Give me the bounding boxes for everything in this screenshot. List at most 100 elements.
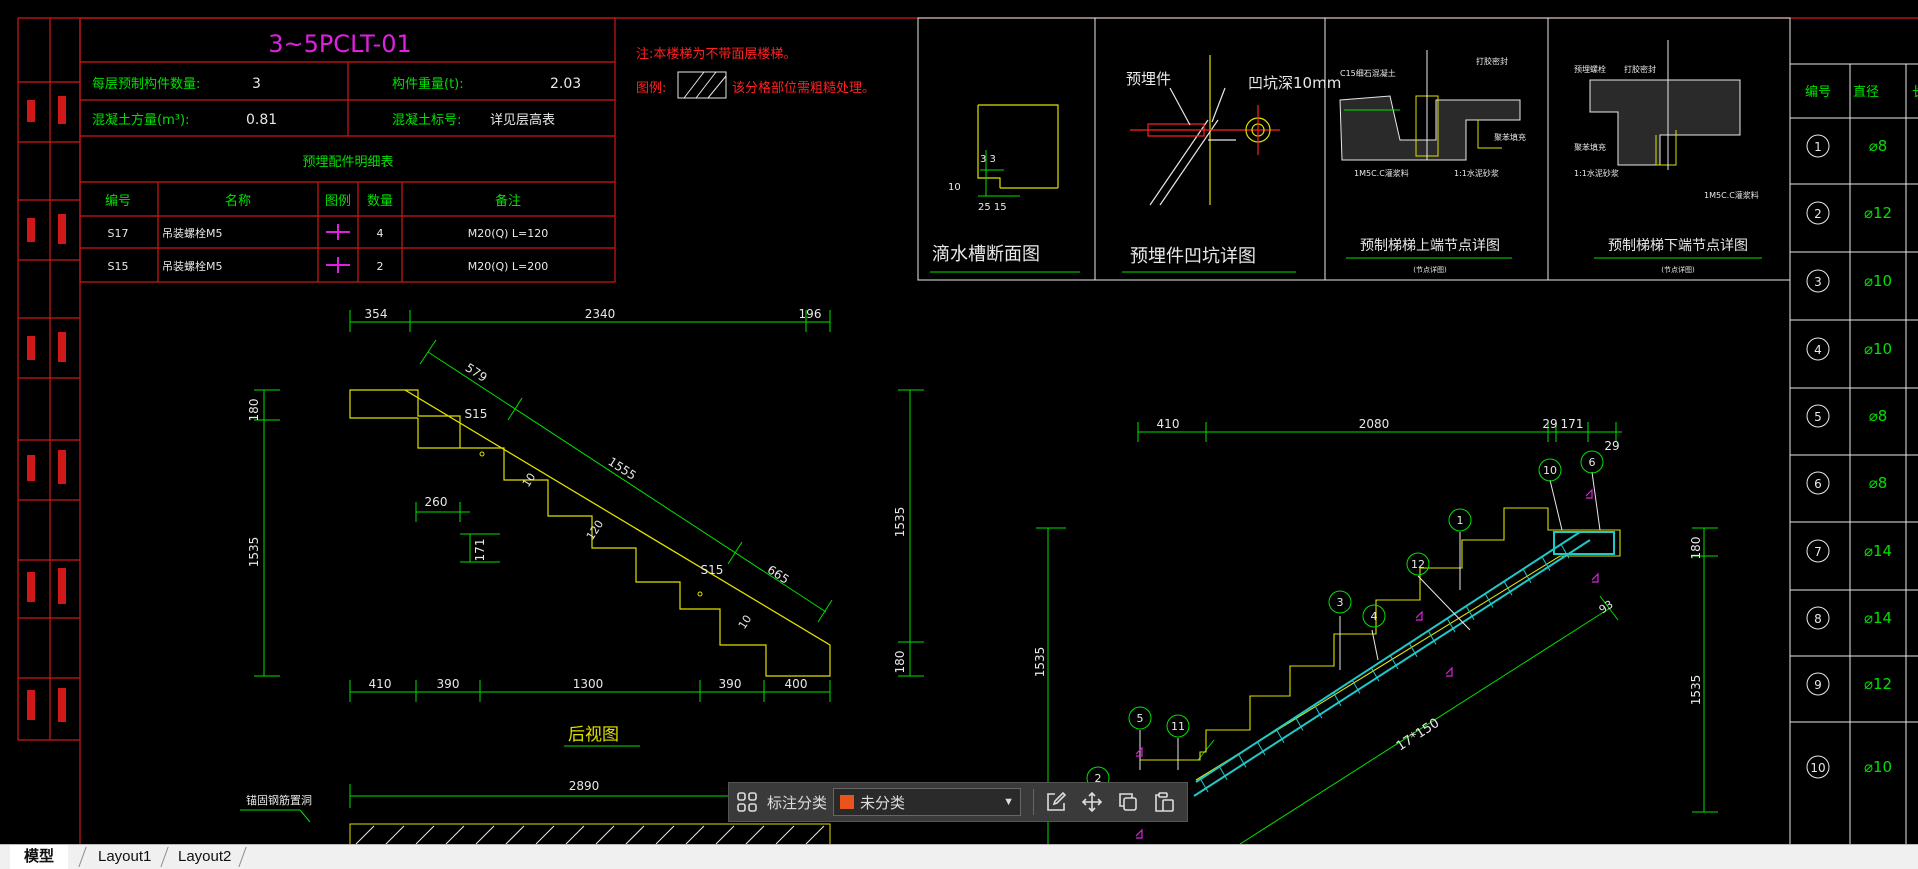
hatch-line: [565, 825, 585, 845]
tab-layout1[interactable]: Layout1: [84, 845, 165, 869]
dimension-text: 1300: [573, 677, 604, 691]
tab-model[interactable]: 模型: [10, 845, 69, 869]
detail-dim: 10: [948, 182, 961, 193]
legend-text: 该分格部位需粗糙处理。: [732, 80, 875, 96]
edit-icon[interactable]: [1042, 788, 1070, 816]
hatch-line: [715, 825, 735, 845]
hatch-legend-icon: [677, 71, 727, 99]
cad-drawing-canvas[interactable]: 3~5PCLT-01 每层预制构件数量: 3 构件重量(t): 2.03 混凝土…: [0, 0, 1918, 847]
dimension-text: 1535: [893, 507, 907, 538]
hatch-line: [385, 825, 405, 845]
rebar-header-len: 长度: [1912, 84, 1918, 100]
table-row: S17 吊装螺栓M5 4 M20(Q) L=120: [108, 224, 549, 240]
rebar-header-no: 编号: [1805, 85, 1831, 100]
row-id: S17: [108, 227, 129, 240]
dimension-text: 180: [1689, 537, 1703, 560]
embed-point: [697, 591, 703, 597]
pit-annotation-embed: 预埋件: [1126, 70, 1171, 88]
dimension-text: 17*150: [1394, 716, 1442, 755]
weight-value: 2.03: [550, 76, 581, 92]
hatch-line: [535, 825, 555, 845]
row-name: 吊装螺栓M5: [162, 226, 223, 240]
hatch-line: [625, 825, 645, 845]
chevron-down-icon: ▼: [1003, 796, 1015, 808]
embed-point: [479, 451, 485, 457]
row-id: S15: [108, 260, 129, 273]
embedded-table-title: 预埋配件明细表: [302, 155, 393, 170]
dimension-text: 390: [719, 677, 742, 691]
detail-subtitle: (节点详图): [1413, 265, 1447, 274]
upper-node-detail: [1339, 50, 1521, 161]
hatch-line: [475, 825, 495, 845]
row-note: M20(Q) L=120: [468, 227, 549, 240]
pit-annotation-depth: 凹坑深10mm: [1248, 74, 1341, 92]
hatch-line: [655, 825, 675, 845]
rebar-number: 10: [1810, 761, 1825, 775]
detail-note: C15细石混凝土: [1340, 68, 1396, 78]
hatch-line: [775, 825, 795, 845]
grid-apps-icon[interactable]: [733, 788, 761, 816]
rebar-diameter: ⌀8: [1869, 137, 1888, 155]
rebar-diameter: ⌀8: [1869, 474, 1888, 492]
embed-legend-icon: [326, 224, 350, 240]
hatch-line: [415, 825, 435, 845]
concrete-grade-value: 详见层高表: [490, 112, 555, 128]
paste-icon[interactable]: [1150, 788, 1178, 816]
col-header-note: 备注: [495, 193, 521, 209]
dimension-text: 260: [425, 495, 448, 509]
detail-title: 预埋件凹坑详图: [1130, 246, 1256, 267]
rebar-number: 2: [1814, 207, 1822, 221]
dimension-text: 390: [437, 677, 460, 691]
rebar-diameter: ⌀12: [1864, 675, 1892, 693]
detail-title: 预制梯梯下端节点详图: [1608, 238, 1748, 254]
tab-layout2[interactable]: Layout2: [164, 845, 245, 869]
toolbar-label: 标注分类: [767, 794, 828, 812]
col-header-legend: 图例: [325, 194, 351, 209]
dimension-text: 29: [1542, 417, 1557, 431]
detail-note: 预埋螺栓: [1574, 64, 1606, 74]
category-selected-value: 未分类: [860, 794, 906, 812]
toolbar-divider: [1033, 789, 1035, 815]
rebar-callout-number: 3: [1337, 596, 1344, 609]
dimension-text: 665: [765, 563, 792, 587]
stair-rear-view: [254, 310, 924, 702]
rebar-number: 1: [1814, 140, 1822, 154]
drawing-svg: 3~5PCLT-01 每层预制构件数量: 3 构件重量(t): 2.03 混凝土…: [17, 17, 1918, 847]
drip-groove-detail: [977, 104, 1059, 189]
rebar-number: 9: [1814, 678, 1822, 692]
detail-subtitle: (节点详图): [1661, 265, 1695, 274]
dimension-text: 196: [799, 307, 822, 321]
detail-note: 1:1水泥砂浆: [1574, 168, 1619, 178]
rebar-number: 4: [1814, 343, 1822, 357]
detail-dim: 3 3: [980, 154, 996, 165]
dimension-text: 1535: [247, 537, 261, 568]
embed-tag: S15: [701, 563, 724, 577]
hatch-line: [745, 825, 765, 845]
row-qty: 4: [377, 227, 384, 240]
dimension-text: 1535: [1689, 675, 1703, 706]
rebar-diameter: ⌀12: [1864, 204, 1892, 222]
category-select[interactable]: 未分类 ▼: [833, 788, 1022, 816]
rebar-callout-number: 4: [1371, 610, 1378, 623]
dimension-text: 171: [473, 539, 487, 562]
rebar-callout-number: 1: [1457, 514, 1464, 527]
copy-icon[interactable]: [1114, 788, 1142, 816]
right-view-labels: 410 2080 29 171291535153518017*150931061123…: [1033, 417, 1703, 790]
detail-note: 1M5C.C灌浆料: [1704, 190, 1759, 200]
hatch-line: [805, 825, 825, 845]
part-title: 3~5PCLT-01: [268, 30, 412, 58]
embed-tag: 10: [520, 471, 539, 490]
col-header-name: 名称: [225, 193, 251, 209]
col-header-id: 编号: [105, 194, 131, 209]
weight-label: 构件重量(t):: [392, 76, 464, 92]
detail-note: 聚苯填充: [1574, 142, 1606, 152]
dimension-text: 400: [785, 677, 808, 691]
embed-tag: S15: [465, 407, 488, 421]
left-view-labels: 354 2340 196 410 390 1300 390 400 180 1535 1535 180…: [247, 307, 907, 691]
detail-note: 1M5C.C灌浆料: [1354, 168, 1409, 178]
concrete-volume-label: 混凝土方量(m³):: [92, 112, 189, 128]
row-name: 吊装螺栓M5: [162, 259, 223, 273]
embed-tag: 120: [584, 518, 606, 543]
legend-label: 图例:: [636, 81, 666, 96]
move-icon[interactable]: [1078, 788, 1106, 816]
